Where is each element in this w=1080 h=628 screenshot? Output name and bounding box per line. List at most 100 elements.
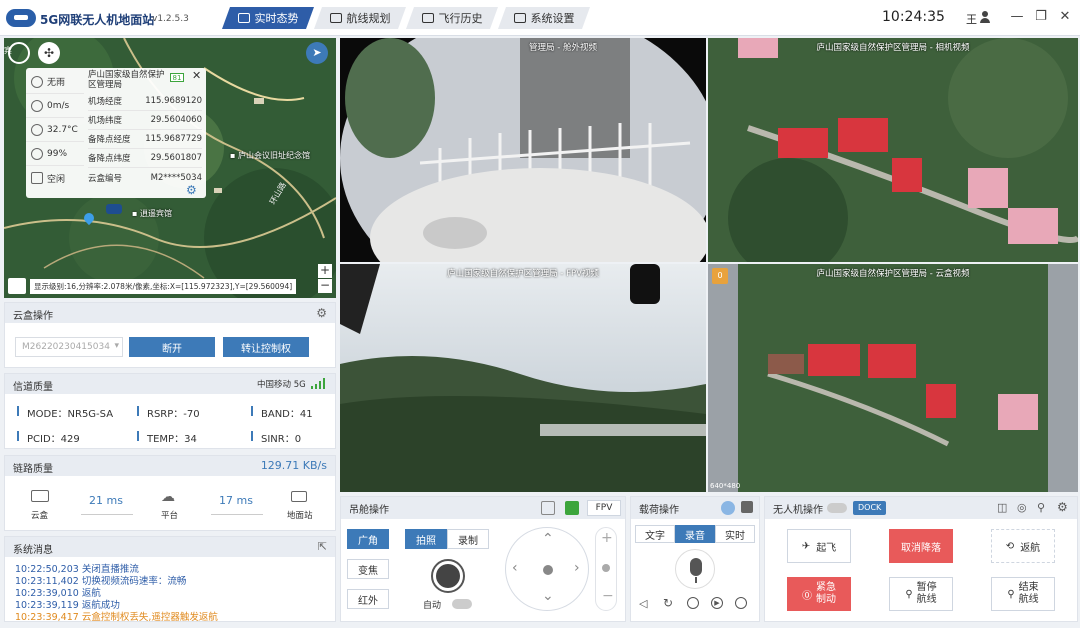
camera-icon[interactable]	[541, 501, 555, 515]
return-icon: ⟲	[1005, 540, 1015, 552]
compass-icon[interactable]: ➤	[306, 42, 328, 64]
humidity-icon	[31, 147, 43, 160]
mic-small-icon[interactable]	[721, 501, 735, 515]
system-log-panel: 系统消息 ⇱ 10:22:50,203 关闭直播推流 10:23:11,402 …	[4, 536, 336, 622]
location-icon[interactable]: ⚲	[1037, 501, 1045, 514]
transfer-control-button[interactable]: 转让控制权	[223, 337, 309, 357]
link-rate: 129.71 KB/s	[260, 459, 327, 472]
auto-icon[interactable]	[687, 597, 699, 609]
shutter-button[interactable]	[431, 559, 465, 593]
video-camera[interactable]: 庐山国家级自然保护区管理局 - 相机视频	[708, 38, 1078, 262]
signal-temp: TEMP：34	[147, 434, 197, 445]
volume-icon[interactable]: ◁	[639, 597, 647, 610]
zoom-out-button[interactable]: −	[318, 279, 332, 293]
gear-icon[interactable]: ⚙	[1057, 500, 1068, 514]
flag-icon[interactable]	[565, 501, 579, 515]
audio-tab[interactable]: 录音	[675, 525, 715, 543]
map-view[interactable]: 宾 ✣ ➤ 无雨 0m/s 32.7°C 99% 空闲 庐山国家级自然保护区管理…	[4, 38, 336, 298]
return-button[interactable]: ⟲ 返航	[991, 529, 1055, 563]
pause-route-button[interactable]: ⚲ 暂停 航线	[889, 577, 953, 611]
route-icon	[330, 13, 342, 23]
wide-angle-button[interactable]: 广角	[347, 529, 389, 549]
dock-status: 空闲	[26, 166, 84, 190]
down-arrow-icon[interactable]: ⌄	[542, 588, 554, 604]
signal-sinr: SINR：0	[261, 434, 302, 445]
router-icon	[31, 490, 49, 502]
drone-logo-icon	[6, 9, 36, 27]
box-latency: 21 ms	[89, 494, 123, 507]
up-arrow-icon[interactable]: ⌃	[542, 531, 554, 547]
settings-icon	[514, 13, 526, 23]
photo-mode-button[interactable]: 拍照	[405, 529, 447, 549]
tab-settings[interactable]: 系统设置	[498, 7, 590, 29]
takeoff-icon: ✈	[801, 540, 811, 552]
cloudbox-select[interactable]: M26220230415034 ▾	[15, 337, 123, 357]
zoom-in-button[interactable]: +	[318, 264, 332, 278]
close-button[interactable]: ✕	[1056, 8, 1074, 26]
play-icon[interactable]: ▶	[711, 597, 723, 609]
sound-icon[interactable]	[735, 597, 747, 609]
minimize-button[interactable]: —	[1008, 8, 1026, 26]
takeoff-button[interactable]: ✈ 起飞	[787, 529, 851, 563]
infrared-button[interactable]: 红外	[347, 589, 389, 609]
live-tab[interactable]: 实时	[715, 525, 755, 543]
maximize-button[interactable]: ❐	[1032, 8, 1050, 26]
speaker-small-icon[interactable]	[741, 501, 753, 513]
zoom-slider[interactable]: + −	[595, 527, 617, 611]
poi-memorial: ▪ 庐山会议旧址纪念馆	[230, 151, 310, 160]
cancel-landing-button[interactable]: 取消降落	[889, 529, 953, 563]
record-mode-button[interactable]: 录制	[447, 529, 489, 549]
user-icon[interactable]	[980, 11, 990, 23]
user-name[interactable]: 王	[966, 11, 977, 27]
gear-icon[interactable]: ⚙	[186, 183, 197, 197]
minus-icon[interactable]: −	[602, 588, 614, 604]
video-cloudbox[interactable]: 庐山国家级自然保护区管理局 - 云盒视频 0 640*480	[708, 264, 1078, 492]
end-route-button[interactable]: ⚲ 结束 航线	[991, 577, 1055, 611]
gear-icon[interactable]: ⚙	[316, 306, 327, 320]
fpv-button[interactable]: FPV	[587, 500, 621, 516]
emergency-stop-button[interactable]: ⓪ 紧急 制动	[787, 577, 851, 611]
target-icon[interactable]: ◎	[1017, 501, 1027, 514]
thermometer-icon	[31, 123, 43, 136]
payload-panel: 载荷操作 文字 录音 实时 ◁ ↻ ▶	[630, 496, 760, 622]
cloudbox-panel: 云盒操作 ⚙ M26220230415034 ▾ 断开 转让控制权	[4, 302, 336, 368]
auto-toggle[interactable]	[452, 599, 472, 609]
plus-icon[interactable]: +	[601, 530, 613, 546]
gimbal-panel: 吊舱操作 FPV 广角 变焦 红外 拍照 录制 自动 ⌃ ⌄ ‹ › + −	[340, 496, 626, 622]
remote-icon[interactable]: ◫	[997, 501, 1007, 514]
info-row: 机场经度 115.9689120	[88, 92, 202, 111]
tab-realtime[interactable]: 实时态势	[222, 7, 314, 29]
cloud-icon: ☁	[161, 489, 175, 505]
tab-flight-history[interactable]: 飞行历史	[406, 7, 498, 29]
syslog-title: 系统消息	[5, 537, 335, 557]
text-tab[interactable]: 文字	[635, 525, 675, 543]
weather-wind: 0m/s	[26, 94, 84, 118]
disconnect-button[interactable]: 断开	[129, 337, 215, 357]
layers-icon[interactable]	[8, 278, 26, 294]
center-dot-icon[interactable]	[543, 565, 553, 575]
log-line-warning: 10:23:39,417 云盒控制权丢失,遥控器触发返航	[15, 612, 218, 622]
gimbal-dpad[interactable]: ⌃ ⌄ ‹ ›	[505, 527, 589, 611]
left-arrow-icon[interactable]: ‹	[512, 560, 518, 576]
dock-name: 庐山国家级自然保护区管理局	[88, 70, 165, 90]
ground-label: 地面站	[287, 511, 313, 521]
right-arrow-icon[interactable]: ›	[574, 560, 580, 576]
video-cabin-outside[interactable]: 管理局 - 舱外视频	[340, 38, 706, 262]
video-badge: 0	[712, 268, 728, 284]
dock-icon	[31, 172, 43, 184]
zoom-button[interactable]: 变焦	[347, 559, 389, 579]
drone-toggle[interactable]	[827, 503, 847, 513]
loop-icon[interactable]: ↻	[663, 596, 673, 610]
dock-marker-icon[interactable]	[106, 204, 122, 214]
video-fpv[interactable]: 庐山国家级自然保护区管理局 - FPV视频	[340, 264, 706, 492]
video-title: 庐山国家级自然保护区管理局 - 云盒视频	[816, 269, 970, 279]
microphone-icon[interactable]	[675, 549, 715, 589]
gimbal-title: 吊舱操作	[341, 497, 625, 519]
close-card-icon[interactable]: ✕	[192, 69, 201, 82]
drone-map-icon[interactable]: ✣	[38, 42, 60, 64]
dock-badge[interactable]: DOCK	[853, 501, 887, 515]
tab-route-plan[interactable]: 航线规划	[314, 7, 406, 29]
expand-icon[interactable]: ⇱	[318, 540, 327, 553]
signal-bars-icon	[311, 378, 327, 389]
video-title: 庐山国家级自然保护区管理局 - 相机视频	[816, 43, 970, 53]
